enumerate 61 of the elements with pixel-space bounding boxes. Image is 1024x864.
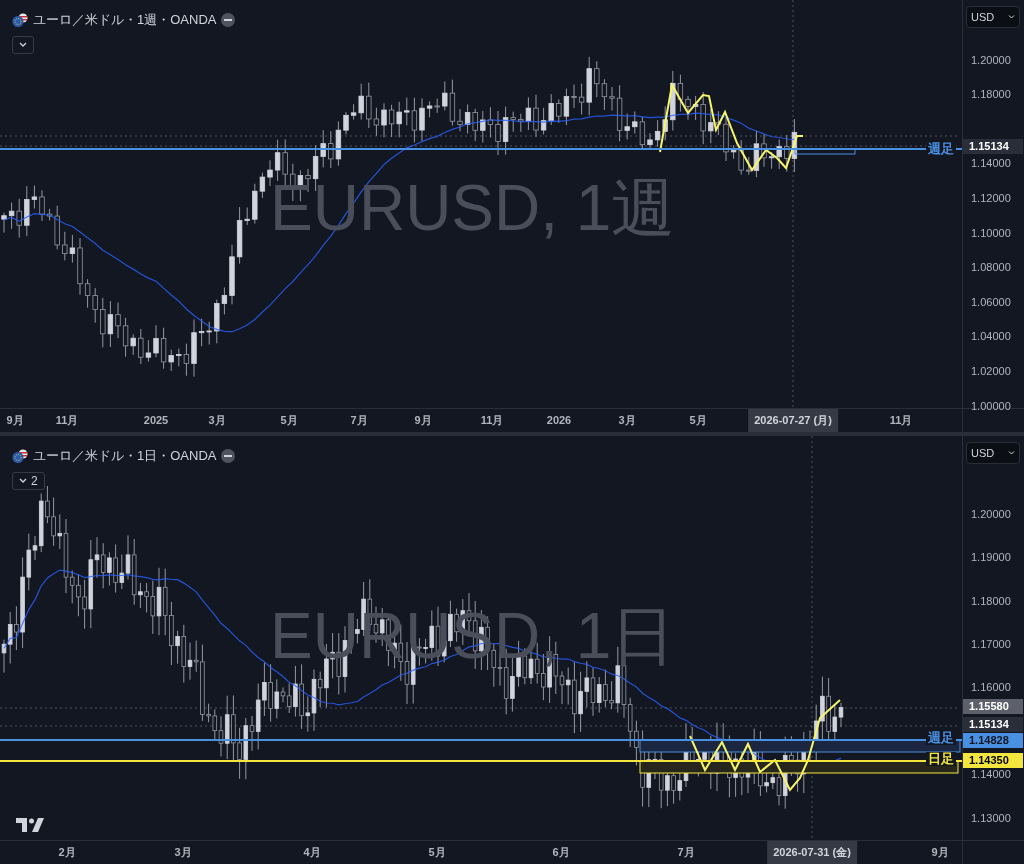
price-tick: 1.14000	[971, 157, 1011, 171]
price-label: 1.15134	[963, 716, 1023, 732]
minus-icon[interactable]	[221, 12, 236, 27]
line-label: 週足	[926, 731, 956, 745]
time-tick: 2025	[143, 414, 169, 427]
time-tick: 9月	[931, 846, 949, 859]
chevron-down-icon	[19, 478, 27, 483]
price-tick: 1.19000	[971, 550, 1011, 564]
time-tick: 9月	[414, 414, 432, 427]
line-label: 日足	[926, 752, 956, 766]
price-tick: 1.18000	[971, 594, 1011, 608]
price-tick: 1.13000	[971, 811, 1011, 825]
time-tick: 5月	[428, 846, 446, 859]
price-tick: 1.02000	[971, 364, 1011, 378]
price-tick: 1.18000	[971, 88, 1011, 102]
chevron-down-icon	[1008, 15, 1015, 19]
price-tick: 1.00000	[971, 399, 1011, 413]
time-tick: 11月	[889, 414, 913, 427]
time-tick: 3月	[618, 414, 636, 427]
symbol-title[interactable]: ユーロ／米ドル・1週・OANDA	[33, 10, 217, 30]
price-tick: 1.17000	[971, 637, 1011, 651]
time-tick: 3月	[174, 846, 192, 859]
time-tick: 9月	[6, 414, 24, 427]
price-tick: 1.06000	[971, 295, 1011, 309]
price-label: 1.14350	[963, 752, 1023, 768]
time-tick: 3月	[208, 414, 226, 427]
price-tick: 1.10000	[971, 226, 1011, 240]
legend-toggle-button[interactable]	[12, 35, 34, 54]
price-label: 1.14828	[963, 732, 1023, 748]
crosshair-time-label: 2026-07-27 (月)	[748, 409, 838, 432]
price-tick: 1.12000	[971, 191, 1011, 205]
time-tick: 7月	[677, 846, 695, 859]
price-tick: 1.14000	[971, 767, 1011, 781]
currency-dropdown[interactable]: USD	[966, 442, 1020, 464]
time-tick: 5月	[280, 414, 298, 427]
price-tick: 1.16000	[971, 680, 1011, 694]
crosshair-time-label: 2026-07-31 (金)	[767, 841, 857, 864]
symbol-title[interactable]: ユーロ／米ドル・1日・OANDA	[33, 446, 217, 466]
chevron-down-icon	[1008, 451, 1015, 455]
price-label: 1.15580	[963, 698, 1023, 714]
price-label: 1.15134	[963, 138, 1023, 154]
flag-icon	[12, 12, 28, 27]
time-tick: 2026	[546, 414, 572, 427]
price-tick: 1.04000	[971, 330, 1011, 344]
line-label: 週足	[926, 142, 956, 156]
time-tick: 11月	[55, 414, 79, 427]
price-tick: 1.20000	[971, 507, 1011, 521]
time-tick: 6月	[552, 846, 570, 859]
price-tick: 1.20000	[971, 53, 1011, 67]
flag-icon	[12, 448, 28, 463]
currency-dropdown[interactable]: USD	[966, 6, 1020, 28]
legend-toggle-button[interactable]: 2	[12, 471, 45, 490]
time-tick: 7月	[350, 414, 368, 427]
time-tick: 11月	[480, 414, 504, 427]
chevron-down-icon	[19, 42, 27, 47]
price-tick: 1.08000	[971, 261, 1011, 275]
time-tick: 5月	[689, 414, 707, 427]
time-tick: 2月	[58, 846, 76, 859]
tradingview-logo	[16, 818, 46, 832]
time-tick: 4月	[303, 846, 321, 859]
minus-icon[interactable]	[221, 448, 236, 463]
